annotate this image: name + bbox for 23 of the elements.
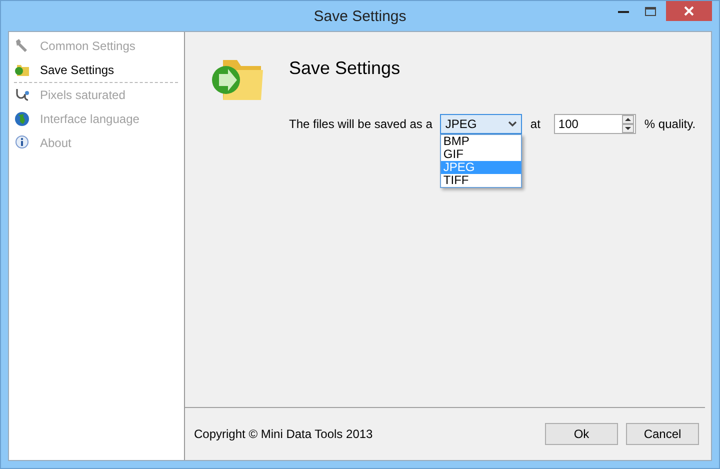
dropdown-option[interactable]: GIF bbox=[441, 148, 522, 161]
info-icon bbox=[14, 135, 30, 151]
copyright-text: Copyright © Mini Data Tools 2013 bbox=[194, 427, 373, 441]
sentence-text: The files will be saved as a bbox=[289, 117, 432, 131]
folder-icon bbox=[14, 62, 30, 78]
dialog-button[interactable]: Cancel bbox=[626, 423, 699, 445]
quality-label: % quality. bbox=[644, 117, 696, 131]
dropdown-option[interactable]: TIFF bbox=[441, 174, 522, 187]
minimize-icon bbox=[618, 10, 629, 12]
dropdown-option[interactable]: BMP bbox=[441, 135, 522, 148]
format-dropdown[interactable]: JPEG bbox=[440, 114, 522, 134]
maximize-icon bbox=[645, 6, 656, 16]
sidebar-item[interactable]: Save Settings bbox=[9, 58, 184, 82]
window-title: Save Settings bbox=[314, 8, 406, 24]
quality-field[interactable]: 100 bbox=[554, 114, 636, 134]
spin-buttons[interactable] bbox=[622, 115, 634, 133]
chevron-icon bbox=[508, 121, 518, 127]
page-heading: Save Settings bbox=[289, 58, 400, 79]
close-button[interactable] bbox=[666, 1, 712, 21]
close-icon bbox=[684, 6, 694, 16]
dialog-button[interactable]: Ok bbox=[545, 423, 618, 445]
globe-icon bbox=[14, 111, 30, 127]
at-label: at bbox=[530, 117, 540, 131]
